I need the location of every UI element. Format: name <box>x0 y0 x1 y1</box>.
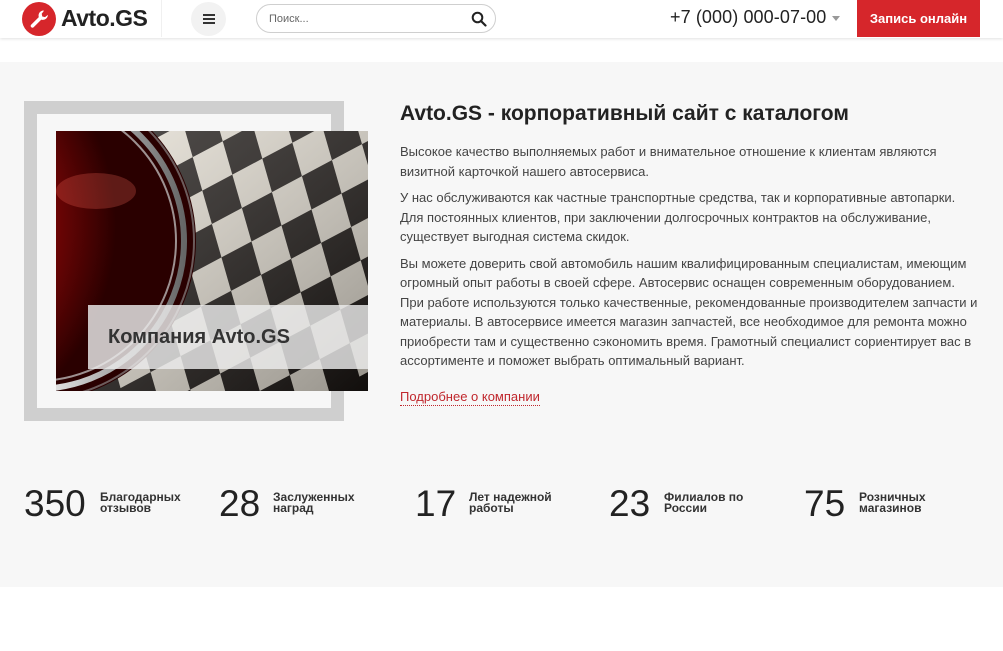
about-paragraph: Высокое качество выполняемых работ и вни… <box>400 144 937 179</box>
wrench-icon <box>22 1 56 36</box>
page-title: Avto.GS - корпоративный сайт с каталогом <box>400 102 849 125</box>
hamburger-menu-icon <box>202 18 215 20</box>
menu-button[interactable] <box>191 2 226 36</box>
caret-down-icon[interactable] <box>832 16 840 21</box>
site-header: Avto.GS +7 (000) 000-07-00 Запись онлайн <box>0 0 1003 38</box>
online-booking-button[interactable]: Запись онлайн <box>857 0 980 37</box>
search-button[interactable] <box>471 11 487 27</box>
stat-label: Филиалов по России <box>664 490 744 515</box>
stat-value: 28 <box>219 483 261 524</box>
logo[interactable]: Avto.GS <box>22 0 162 37</box>
search-input[interactable] <box>269 10 459 28</box>
logo-text: Avto.GS <box>61 5 148 31</box>
company-image: Компания Avto.GS <box>56 131 368 391</box>
stat-label: Заслуженных наград <box>273 490 355 515</box>
search-icon <box>471 11 487 27</box>
stat-value: 75 <box>804 483 846 524</box>
stat-label: Лет надежной работы <box>469 490 552 515</box>
about-paragraph: У нас обслуживаются как частные транспор… <box>400 190 956 244</box>
stats-row: 350 Благодарных отзывов 28 Заслуженных н… <box>24 482 984 532</box>
stat-value: 17 <box>415 483 457 524</box>
image-caption: Компания Avto.GS <box>88 305 368 369</box>
phone-number[interactable]: +7 (000) 000-07-00 <box>670 7 826 28</box>
stat-label: Розничных магазинов <box>859 490 926 515</box>
stat-value: 23 <box>609 483 651 524</box>
about-paragraph: Вы можете доверить свой автомобиль нашим… <box>400 255 978 369</box>
stat-label: Благодарных отзывов <box>100 490 181 515</box>
more-about-company-link[interactable]: Подробнее о компании <box>400 389 540 406</box>
about-section: Компания Avto.GS Avto.GS - корпоративный… <box>0 62 1003 587</box>
stat-value: 350 <box>24 483 86 524</box>
search-box <box>256 4 496 33</box>
about-content: Avto.GS - корпоративный сайт с каталогом… <box>400 100 980 406</box>
